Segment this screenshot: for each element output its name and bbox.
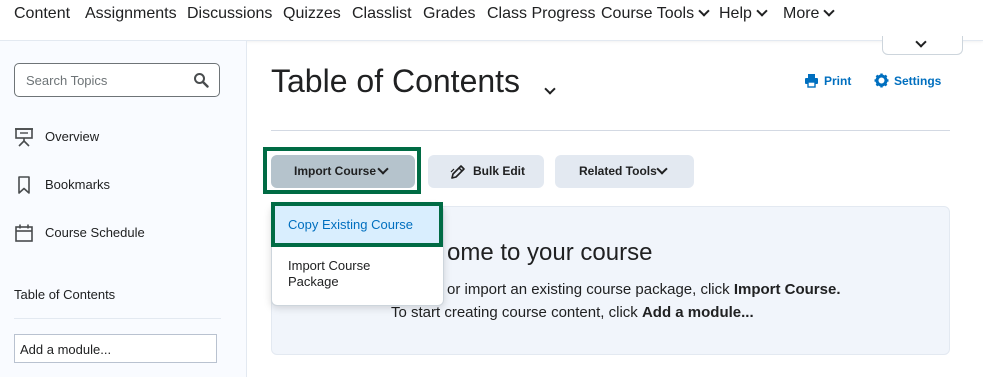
welcome-line-1-bold: Import Course. <box>733 281 841 298</box>
search-icon[interactable] <box>193 72 209 88</box>
nav-more-label: More <box>783 5 820 22</box>
chevron-down-icon <box>915 36 927 48</box>
nav-quizzes[interactable]: Quizzes <box>283 5 341 23</box>
title-options-toggle[interactable] <box>540 83 556 101</box>
top-navigation-bar: Content Assignments Discussions Quizzes … <box>0 0 983 41</box>
related-tools-button[interactable]: Related Tools <box>555 155 694 188</box>
welcome-line-2-text: To start creating course content, click <box>391 304 638 321</box>
nav-classlist[interactable]: Classlist <box>352 5 412 23</box>
welcome-line-1: or import an existing course package, cl… <box>447 281 983 298</box>
bookmark-icon <box>18 176 30 194</box>
sidebar-item-label: Overview <box>45 129 100 144</box>
add-module-input[interactable]: Add a module... <box>14 334 217 363</box>
nav-course-tools-label: Course Tools <box>601 5 695 22</box>
nav-more[interactable]: More <box>783 5 836 23</box>
copy-existing-course-highlight <box>271 202 443 247</box>
calendar-icon <box>15 224 33 242</box>
nav-content[interactable]: Content <box>14 5 70 23</box>
nav-course-tools[interactable]: Course Tools <box>601 5 710 23</box>
chevron-down-icon <box>823 5 836 17</box>
menu-item-label: Import Course Package <box>288 258 371 289</box>
gear-icon <box>874 73 889 88</box>
add-module-placeholder: Add a module... <box>20 342 112 357</box>
divider <box>14 318 221 319</box>
presentation-icon <box>15 128 33 147</box>
content-sidebar: Search Topics Overview Bookmarks Course … <box>0 41 247 377</box>
chevron-down-icon <box>544 83 556 95</box>
print-label: Print <box>824 74 852 88</box>
bulk-edit-button[interactable]: Bulk Edit <box>428 155 544 188</box>
page-title: Table of Contents <box>271 63 521 99</box>
search-topics-input[interactable]: Search Topics <box>14 63 220 97</box>
chevron-down-icon <box>756 5 768 17</box>
sidebar-item-label: Bookmarks <box>45 177 111 192</box>
nav-help[interactable]: Help <box>719 5 768 23</box>
sidebar-item-overview[interactable]: Overview <box>14 123 234 151</box>
header-collapse-toggle[interactable] <box>882 36 963 55</box>
welcome-line-2-bold: Add a module... <box>641 304 754 321</box>
search-placeholder: Search Topics <box>26 73 108 88</box>
sidebar-item-course-schedule[interactable]: Course Schedule <box>14 219 234 247</box>
welcome-line-2: To start creating course content, click … <box>391 304 983 321</box>
sidebar-item-bookmarks[interactable]: Bookmarks <box>14 171 234 199</box>
nav-discussions[interactable]: Discussions <box>187 5 272 23</box>
sidebar-item-label: Course Schedule <box>45 225 145 240</box>
settings-label: Settings <box>894 74 942 88</box>
sidebar-toc-heading[interactable]: Table of Contents <box>14 287 115 302</box>
welcome-line-1-text: or import an existing course package, cl… <box>447 281 730 298</box>
nav-assignments[interactable]: Assignments <box>85 5 177 23</box>
bulk-edit-label: Bulk Edit <box>473 164 526 178</box>
nav-help-label: Help <box>719 5 752 22</box>
divider <box>271 130 950 131</box>
chevron-down-icon <box>656 163 668 175</box>
related-tools-label: Related Tools <box>579 164 657 178</box>
chevron-down-icon <box>698 5 710 17</box>
printer-icon <box>805 74 818 88</box>
nav-grades[interactable]: Grades <box>423 5 475 23</box>
import-course-highlight <box>263 147 421 194</box>
nav-class-progress[interactable]: Class Progress <box>487 5 595 23</box>
pencil-icon <box>450 165 465 179</box>
